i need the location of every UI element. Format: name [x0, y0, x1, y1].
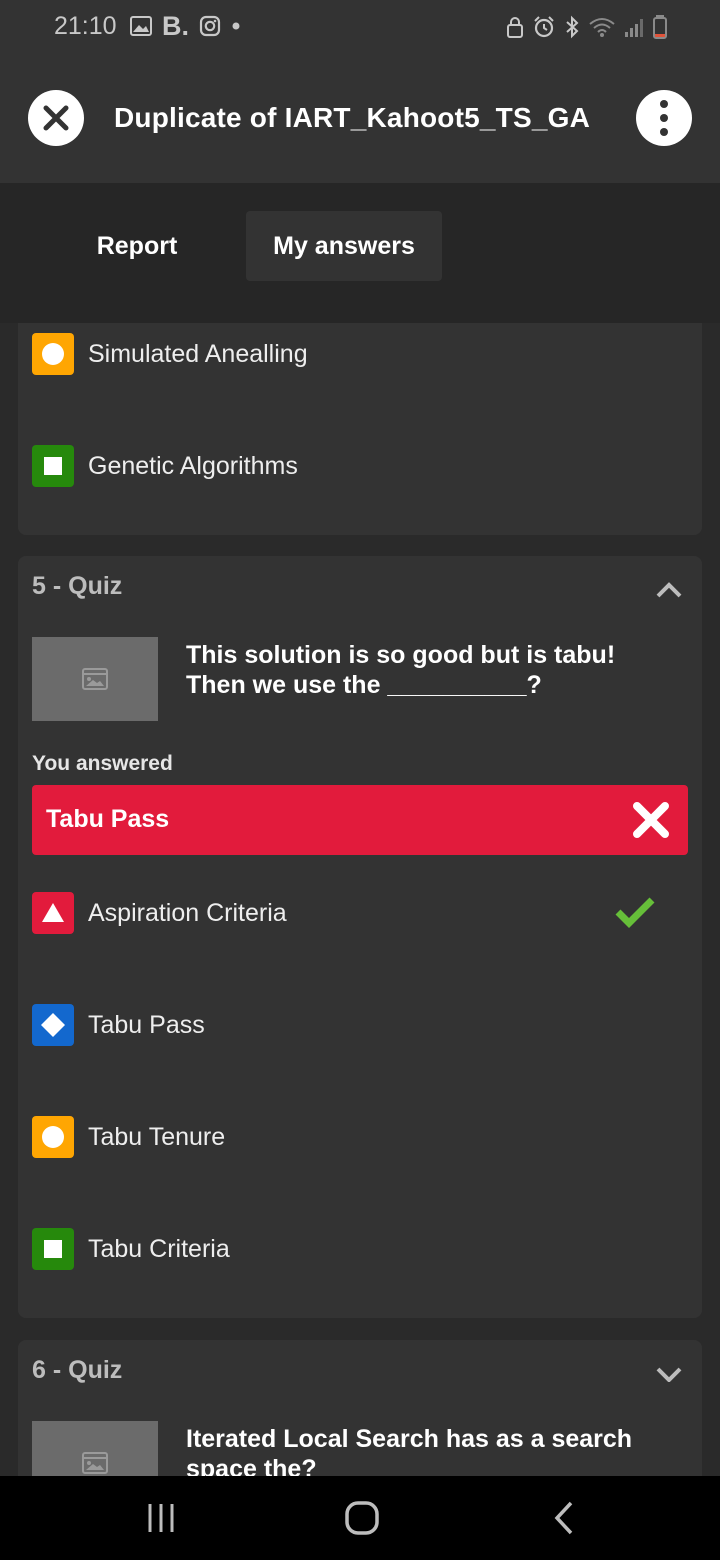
diamond-shape-icon	[32, 1004, 74, 1046]
answer-option: Tabu Pass	[32, 1004, 205, 1046]
close-button[interactable]	[28, 90, 84, 146]
chevron-up-icon[interactable]	[656, 582, 682, 598]
answer-option: Tabu Tenure	[32, 1116, 225, 1158]
answers-list[interactable]: Simulated Anealling Genetic Algorithms 5…	[0, 323, 720, 1476]
question-line: Iterated Local Search has as a search	[186, 1425, 633, 1453]
answer-option: Simulated Anealling	[32, 333, 308, 375]
status-left-icons: B.	[130, 11, 241, 41]
signal-icon	[625, 19, 643, 37]
answer-option: Genetic Algorithms	[32, 445, 298, 487]
alarm-icon	[534, 16, 554, 38]
circle-shape-icon	[32, 1116, 74, 1158]
more-dot-icon	[660, 100, 668, 108]
question-image-placeholder	[32, 637, 158, 721]
more-dot-icon	[660, 128, 668, 136]
image-icon	[82, 1452, 108, 1474]
home-icon[interactable]	[344, 1500, 380, 1536]
back-icon[interactable]	[552, 1500, 576, 1536]
your-answer-text: Tabu Pass	[46, 805, 170, 833]
wifi-icon	[589, 18, 615, 37]
app-header: Duplicate of IART_Kahoot5_TS_GA	[0, 58, 720, 183]
question-line: Then we use the __________?	[186, 671, 542, 699]
question-image-placeholder	[32, 1421, 158, 1476]
lock-icon	[507, 17, 523, 38]
question-text: This solution is so good but is tabu! Th…	[186, 640, 676, 700]
your-answer-bar: Tabu Pass	[32, 785, 688, 855]
answer-label: Tabu Criteria	[88, 1234, 230, 1263]
circle-shape-icon	[32, 333, 74, 375]
triangle-shape-icon	[32, 892, 74, 934]
gallery-icon	[130, 16, 152, 36]
square-shape-icon	[32, 1228, 74, 1270]
chevron-down-icon[interactable]	[656, 1366, 682, 1382]
answer-label: Tabu Tenure	[88, 1122, 226, 1151]
status-bar: 21:10 B.	[0, 0, 720, 58]
question-card-5: 5 - Quiz This solution is so good but is…	[18, 556, 702, 1318]
correct-check-icon	[615, 897, 655, 928]
status-right-icons	[506, 14, 668, 40]
tab-my-answers[interactable]: My answers	[246, 211, 442, 281]
more-options-button[interactable]	[636, 90, 692, 146]
battery-low-icon	[653, 15, 667, 39]
question-heading[interactable]: 6 - Quiz	[32, 1356, 122, 1385]
answer-label: Aspiration Criteria	[88, 898, 287, 927]
incorrect-icon	[633, 802, 669, 838]
answer-label: Genetic Algorithms	[88, 451, 298, 480]
you-answered-label: You answered	[32, 752, 173, 775]
answer-option: Tabu Criteria	[32, 1228, 230, 1270]
status-time: 21:10	[54, 12, 117, 40]
question-heading[interactable]: 5 - Quiz	[32, 572, 122, 601]
answer-label: Tabu Pass	[88, 1010, 205, 1039]
bluetooth-icon	[566, 15, 579, 39]
question-text: Iterated Local Search has as a search sp…	[186, 1424, 676, 1476]
b-app-icon: B.	[162, 11, 189, 41]
image-icon	[82, 668, 108, 690]
question-card-6: 6 - Quiz Iterated Local Search has as a …	[18, 1340, 702, 1476]
question-line: space the?	[186, 1455, 317, 1476]
more-dot-icon	[660, 114, 668, 122]
answer-label: Simulated Anealling	[88, 339, 308, 368]
dot-icon	[232, 22, 240, 30]
close-icon	[43, 105, 69, 131]
recents-icon[interactable]	[146, 1502, 176, 1534]
answer-option: Aspiration Criteria	[32, 892, 287, 934]
system-nav-bar	[0, 1476, 720, 1560]
tab-report[interactable]: Report	[72, 211, 202, 281]
question-card-4: Simulated Anealling Genetic Algorithms	[18, 323, 702, 535]
square-shape-icon	[32, 445, 74, 487]
page-title: Duplicate of IART_Kahoot5_TS_GA	[114, 102, 591, 133]
tab-bar: Report My answers	[0, 183, 720, 323]
question-line: This solution is so good but is tabu!	[186, 641, 616, 669]
instagram-icon	[199, 15, 221, 37]
